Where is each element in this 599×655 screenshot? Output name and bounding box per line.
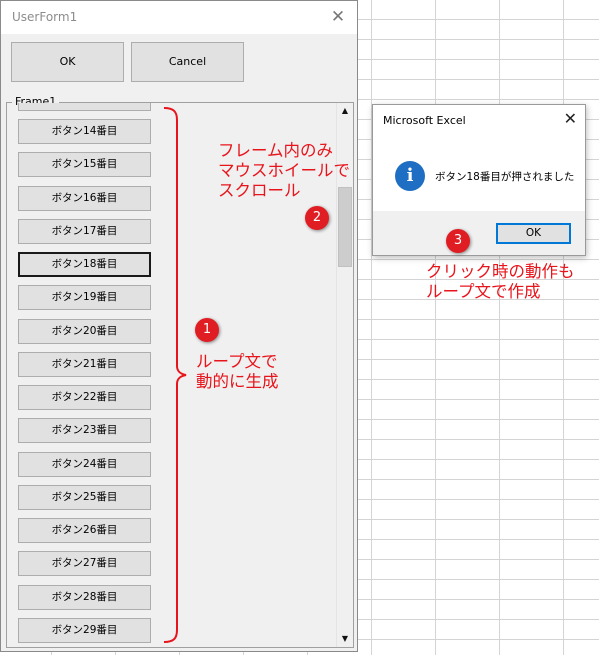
message-box: Microsoft Excel ✕ i ボタン18番目が押されました OK: [372, 104, 586, 256]
info-icon: i: [395, 161, 425, 191]
msgbox-footer: OK: [373, 211, 585, 255]
cancel-button[interactable]: Cancel: [131, 42, 244, 82]
loop-button-17[interactable]: ボタン17番目: [18, 219, 151, 244]
userform-titlebar[interactable]: UserForm1 ✕: [1, 1, 357, 34]
annotation-loop-note: ループ文で 動的に生成: [196, 352, 279, 391]
loop-button-29[interactable]: ボタン29番目: [18, 618, 151, 643]
loop-button-27[interactable]: ボタン27番目: [18, 551, 151, 576]
annotation-scroll-note: フレーム内のみ マウスホイールで スクロール: [218, 141, 350, 200]
curly-brace-annotation: [163, 107, 187, 643]
msgbox-title: Microsoft Excel: [383, 114, 466, 127]
loop-button-23[interactable]: ボタン23番目: [18, 418, 151, 443]
loop-button-21[interactable]: ボタン21番目: [18, 352, 151, 377]
loop-button-19[interactable]: ボタン19番目: [18, 285, 151, 310]
annotation-badge-1: 1: [195, 318, 219, 342]
annotation-badge-2: 2: [305, 206, 329, 230]
scroll-up-arrow-icon[interactable]: ▲: [337, 103, 353, 119]
loop-button-16[interactable]: ボタン16番目: [18, 186, 151, 211]
loop-button-24[interactable]: ボタン24番目: [18, 452, 151, 477]
loop-button-22[interactable]: ボタン22番目: [18, 385, 151, 410]
loop-button-13[interactable]: [18, 103, 151, 111]
loop-button-28[interactable]: ボタン28番目: [18, 585, 151, 610]
close-icon[interactable]: ✕: [325, 5, 351, 29]
loop-button-26[interactable]: ボタン26番目: [18, 518, 151, 543]
userform-title: UserForm1: [12, 10, 78, 24]
loop-button-15[interactable]: ボタン15番目: [18, 152, 151, 177]
ok-button[interactable]: OK: [11, 42, 124, 82]
scroll-down-arrow-icon[interactable]: ▼: [337, 631, 353, 647]
loop-button-18[interactable]: ボタン18番目: [18, 252, 151, 277]
loop-button-14[interactable]: ボタン14番目: [18, 119, 151, 144]
msgbox-ok-button[interactable]: OK: [496, 223, 571, 244]
loop-button-25[interactable]: ボタン25番目: [18, 485, 151, 510]
msgbox-message: ボタン18番目が押されました: [435, 171, 575, 183]
loop-button-20[interactable]: ボタン20番目: [18, 319, 151, 344]
close-icon[interactable]: ✕: [564, 109, 577, 129]
annotation-badge-3: 3: [446, 229, 470, 253]
annotation-click-note: クリック時の動作も ループ文で作成: [426, 262, 575, 301]
